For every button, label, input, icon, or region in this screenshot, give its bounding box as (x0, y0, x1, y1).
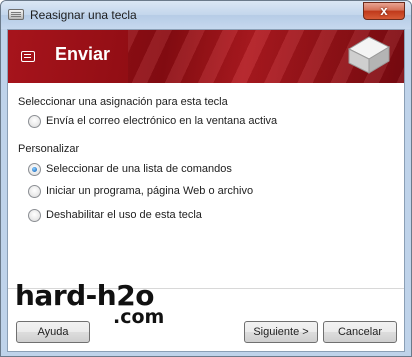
assignment-heading: Seleccionar una asignación para esta tec… (18, 96, 228, 108)
radio-button[interactable] (28, 115, 41, 128)
close-button[interactable]: x (363, 2, 405, 20)
dialog-content: Enviar Seleccionar una asignación para e… (7, 29, 405, 352)
radio-button[interactable] (28, 185, 41, 198)
radio-label: Seleccionar de una lista de comandos (46, 163, 232, 175)
radio-button-selected[interactable] (28, 163, 41, 176)
help-button[interactable]: Ayuda (16, 321, 90, 343)
key-icon (347, 36, 391, 74)
watermark-logo: hard-h2o .com (15, 282, 164, 327)
radio-button[interactable] (28, 209, 41, 222)
customize-heading: Personalizar (18, 143, 80, 155)
dialog-window: Reasignar una tecla x Enviar Seleccionar… (0, 0, 412, 357)
radio-label: Deshabilitar el uso de esta tecla (46, 209, 202, 221)
cancel-button[interactable]: Cancelar (323, 321, 397, 343)
title-bar[interactable]: Reasignar una tecla x (1, 1, 411, 29)
header-banner: Enviar (8, 30, 404, 83)
window-title: Reasignar una tecla (30, 8, 137, 22)
watermark-domain: .com (113, 306, 165, 328)
mail-icon (21, 51, 35, 62)
next-button[interactable]: Siguiente > (244, 321, 318, 343)
keyboard-icon (8, 9, 24, 20)
banner-title: Enviar (55, 44, 111, 64)
radio-label: Envía el correo electrónico en la ventan… (46, 115, 278, 127)
radio-label: Iniciar un programa, página Web o archiv… (46, 185, 254, 197)
